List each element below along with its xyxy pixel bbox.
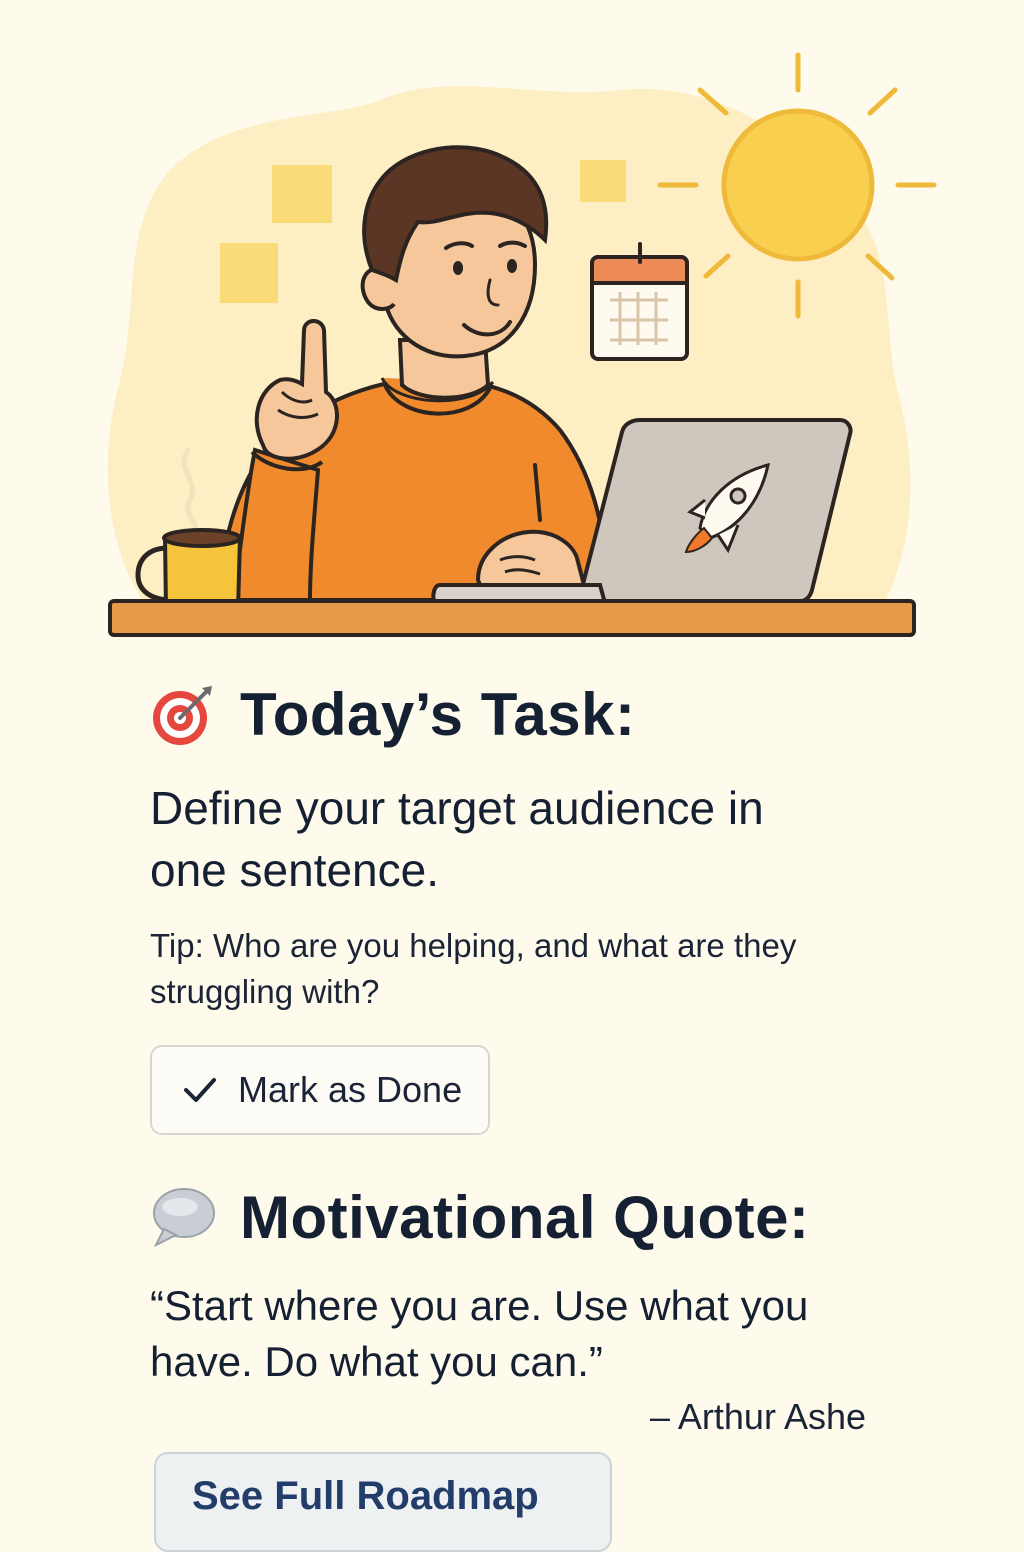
see-full-roadmap-button[interactable]: See Full Roadmap — [154, 1452, 612, 1552]
quote-author: – Arthur Ashe — [649, 1396, 866, 1437]
task-title: Today’s Task: — [240, 681, 636, 748]
quote-text: “Start where you are. Use what you have.… — [150, 1282, 809, 1385]
quote-title: Motivational Quote: — [240, 1184, 810, 1251]
desk — [108, 599, 916, 637]
quote-heading: Motivational Quote: — [150, 1183, 890, 1252]
target-icon — [153, 685, 212, 745]
task-tip: Tip: Who are you helping, and what are t… — [150, 927, 797, 1010]
task-description: Define your target audience in one sente… — [150, 782, 764, 896]
sticky-note — [272, 165, 332, 223]
task-heading: Today’s Task: — [150, 680, 890, 749]
checkmark-icon — [184, 1078, 216, 1102]
main-content: Today’s Task: Define your target audienc… — [150, 680, 890, 1438]
calendar-icon — [590, 242, 689, 361]
hero-illustration — [107, 52, 937, 637]
speech-bubble-icon — [153, 1187, 215, 1247]
mark-as-done-label: Mark as Done — [238, 1069, 463, 1110]
sticky-note — [580, 160, 626, 202]
sticky-note — [220, 243, 278, 303]
see-full-roadmap-label: See Full Roadmap — [192, 1474, 539, 1518]
mark-as-done-button[interactable]: Mark as Done — [150, 1045, 491, 1135]
